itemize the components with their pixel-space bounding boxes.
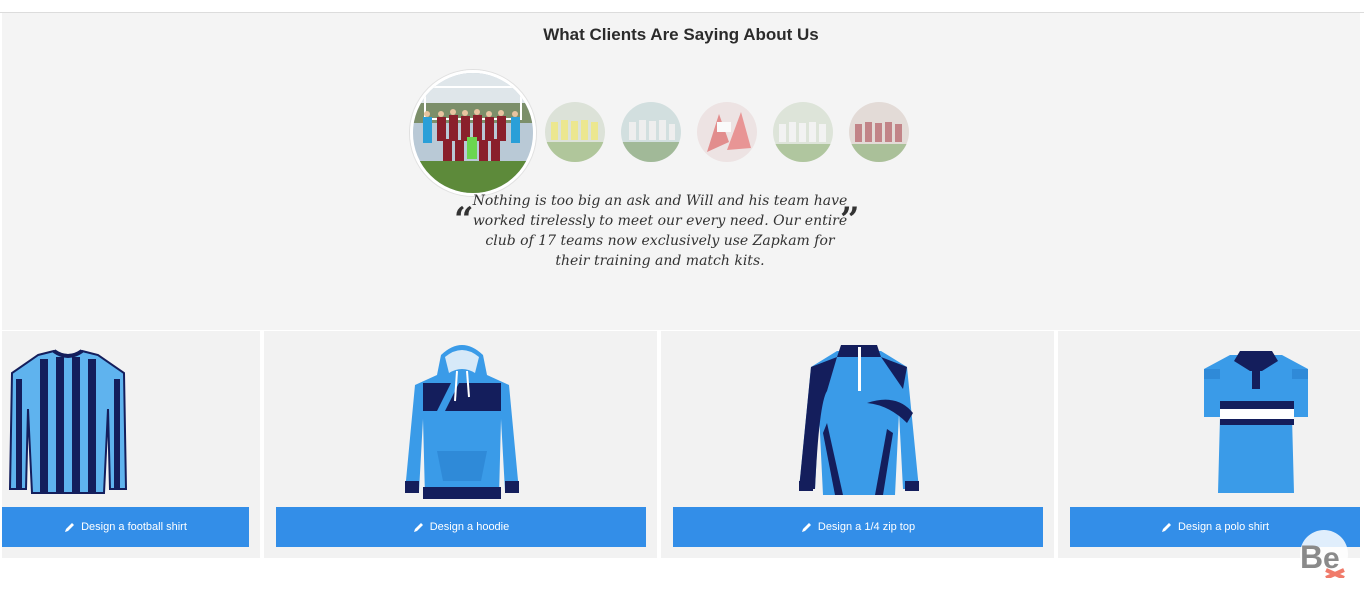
button-label: Design a hoodie: [429, 521, 510, 533]
watermark-logo-icon: B e: [1300, 530, 1348, 578]
quarter-zip-image: [799, 345, 919, 495]
product-card-football-shirt: Design a football shirt: [2, 331, 260, 558]
product-card-hoodie: Design a hoodie: [264, 331, 657, 558]
product-card-quarter-zip: Design a 1/4 zip top: [661, 331, 1054, 558]
svg-text:e: e: [1323, 542, 1340, 575]
active-testimonial-avatar[interactable]: [410, 70, 536, 196]
design-quarter-zip-button[interactable]: Design a 1/4 zip top: [673, 507, 1043, 547]
football-shirt-image: [8, 349, 128, 494]
button-label: Design a polo shirt: [1177, 521, 1270, 533]
close-quote-icon: ”: [840, 200, 860, 240]
testimonial-avatar-5[interactable]: [773, 102, 833, 162]
pencil-icon: [801, 523, 811, 532]
design-football-shirt-button[interactable]: Design a football shirt: [2, 507, 249, 547]
testimonial-avatar-3[interactable]: [621, 102, 681, 162]
hoodie-image: [405, 345, 519, 499]
button-label: Design a football shirt: [81, 521, 187, 533]
testimonials-section: What Clients Are Saying About Us: [2, 13, 1360, 330]
polo-shirt-image: [1204, 351, 1308, 493]
testimonial-avatar-4[interactable]: [697, 102, 757, 162]
testimonial-quote: Nothing is too big an ask and Will and h…: [472, 193, 848, 269]
testimonial-avatar-6[interactable]: [849, 102, 909, 162]
product-card-polo-shirt: Design a polo shirt: [1058, 331, 1360, 558]
button-label: Design a 1/4 zip top: [817, 521, 916, 533]
pencil-icon: [1161, 523, 1171, 532]
design-hoodie-button[interactable]: Design a hoodie: [276, 507, 646, 547]
testimonial-avatar-2[interactable]: [545, 102, 605, 162]
svg-text:B: B: [1300, 539, 1323, 575]
pencil-icon: [65, 523, 75, 532]
pencil-icon: [413, 523, 423, 532]
section-title: What Clients Are Saying About Us: [543, 25, 819, 44]
